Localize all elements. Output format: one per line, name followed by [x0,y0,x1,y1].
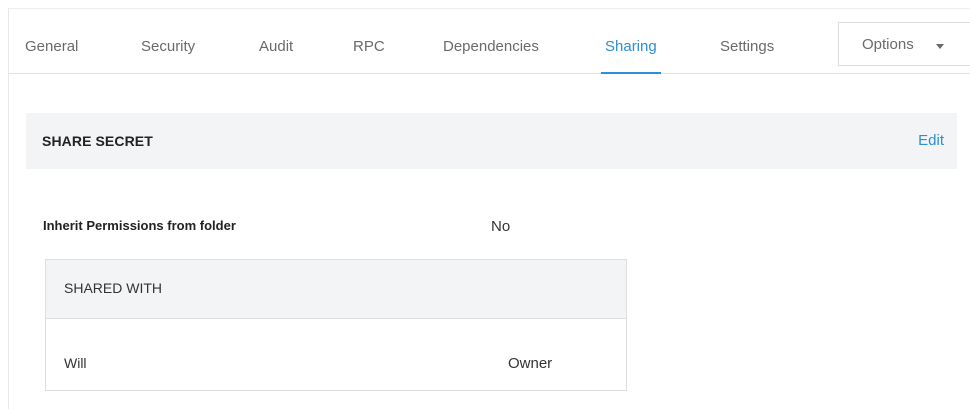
tab-general[interactable]: General [25,9,78,73]
caret-down-icon [936,44,944,49]
shared-with-header-label: SHARED WITH [64,280,162,296]
tab-sharing[interactable]: Sharing [601,9,661,74]
shared-user-role: Owner [508,355,553,372]
inherit-permissions-label: Inherit Permissions from folder [43,218,236,233]
share-secret-header: SHARE SECRET Edit [26,113,957,169]
shared-with-table: SHARED WITH Will Owner [45,259,627,391]
section-title: SHARE SECRET [42,133,153,149]
inherit-permissions-value: No [491,218,511,235]
edit-link[interactable]: Edit [918,132,944,149]
tab-dependencies[interactable]: Dependencies [443,9,539,73]
table-row: Will Owner [46,318,626,390]
tab-audit[interactable]: Audit [259,9,293,73]
options-dropdown-button[interactable]: Options [838,22,970,66]
tab-rpc[interactable]: RPC [353,9,385,73]
shared-with-header: SHARED WITH [46,260,626,319]
tab-security[interactable]: Security [141,9,195,73]
tab-bar: General Security Audit RPC Dependencies … [9,9,970,74]
shared-user-name: Will [64,355,87,371]
tab-settings[interactable]: Settings [720,9,774,73]
options-label: Options [862,36,914,53]
